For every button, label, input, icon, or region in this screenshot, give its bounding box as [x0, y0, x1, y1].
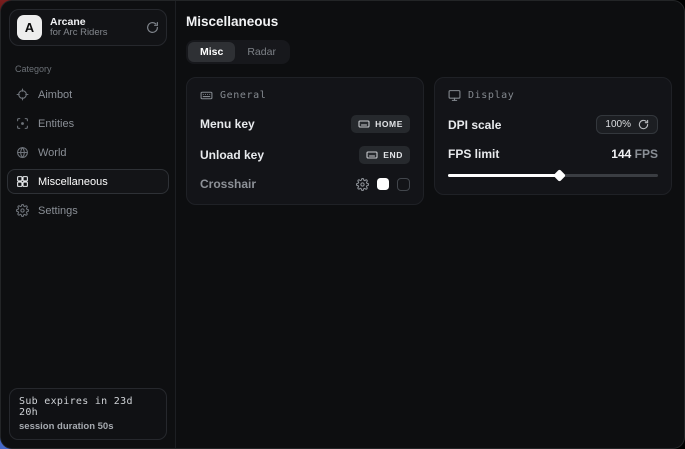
- tab-misc[interactable]: Misc: [188, 42, 235, 62]
- crosshair-settings-gear-icon[interactable]: [356, 178, 369, 191]
- fps-limit-value: 144 FPS: [611, 147, 658, 161]
- sidebar-item-label: Settings: [38, 205, 78, 217]
- keyboard-icon: [358, 118, 370, 130]
- sidebar-item-label: Miscellaneous: [38, 176, 108, 188]
- crosshair-icon: [16, 88, 29, 101]
- app-meta: Arcane for Arc Riders: [50, 16, 138, 39]
- sidebar-item-world[interactable]: World: [7, 140, 169, 165]
- unload-key-label: Unload key: [200, 148, 264, 162]
- sidebar-item-entities[interactable]: Entities: [7, 111, 169, 136]
- slider-fill: [448, 174, 559, 177]
- tab-bar: Misc Radar: [186, 40, 290, 64]
- category-label: Category: [15, 64, 161, 74]
- sidebar-nav: Aimbot Entities Wo: [1, 82, 175, 223]
- general-card: General Menu key HOME: [186, 77, 424, 205]
- monitor-icon: [448, 89, 461, 102]
- unload-key-row: Unload key END: [200, 146, 410, 164]
- display-card-title: Display: [468, 90, 514, 101]
- page-title: Miscellaneous: [186, 14, 672, 29]
- sidebar-item-label: World: [38, 147, 67, 159]
- sync-icon[interactable]: [146, 21, 159, 34]
- menu-key-value: HOME: [375, 119, 403, 129]
- menu-key-row: Menu key HOME: [200, 115, 410, 133]
- scan-icon: [16, 117, 29, 130]
- crosshair-controls: [356, 178, 410, 191]
- dpi-scale-row: DPI scale 100%: [448, 115, 658, 134]
- unload-key-value: END: [383, 150, 403, 160]
- unload-key-bind-button[interactable]: END: [359, 146, 410, 164]
- display-card: Display DPI scale 100%: [434, 77, 672, 195]
- crosshair-row: Crosshair: [200, 177, 410, 191]
- session-duration-text: session duration 50s: [19, 421, 157, 432]
- slider-thumb[interactable]: [553, 169, 566, 182]
- app-subtitle: for Arc Riders: [50, 28, 138, 39]
- menu-key-label: Menu key: [200, 117, 255, 131]
- fps-limit-row: FPS limit 144 FPS: [448, 147, 658, 161]
- fps-number: 144: [611, 147, 631, 161]
- refresh-icon[interactable]: [638, 119, 649, 130]
- general-card-title: General: [220, 90, 266, 101]
- sidebar-item-aimbot[interactable]: Aimbot: [7, 82, 169, 107]
- app-logo: A: [17, 15, 42, 40]
- gear-icon: [16, 204, 29, 217]
- sidebar-item-label: Aimbot: [38, 89, 72, 101]
- main-content: Miscellaneous Misc Radar General: [176, 1, 685, 448]
- keyboard-icon: [200, 89, 213, 102]
- keyboard-icon: [366, 149, 378, 161]
- app-window: A Arcane for Arc Riders Category: [0, 0, 685, 449]
- menu-key-bind-button[interactable]: HOME: [351, 115, 410, 133]
- crosshair-label: Crosshair: [200, 177, 256, 191]
- fps-limit-label: FPS limit: [448, 147, 499, 161]
- sidebar-item-label: Entities: [38, 118, 74, 130]
- subscription-status-box: Sub expires in 23d 20h session duration …: [9, 388, 167, 440]
- display-card-header: Display: [448, 89, 658, 102]
- sidebar-item-miscellaneous[interactable]: Miscellaneous: [7, 169, 169, 194]
- cards-row: General Menu key HOME: [186, 77, 672, 205]
- grid-icon: [16, 175, 29, 188]
- fps-unit: FPS: [635, 147, 658, 161]
- globe-icon: [16, 146, 29, 159]
- screen: A Arcane for Arc Riders Category: [0, 0, 685, 449]
- dpi-scale-value: 100%: [605, 119, 631, 130]
- fps-limit-slider[interactable]: [448, 169, 658, 181]
- sidebar: A Arcane for Arc Riders Category: [1, 1, 176, 448]
- crosshair-enable-checkbox[interactable]: [397, 178, 410, 191]
- sidebar-item-settings[interactable]: Settings: [7, 198, 169, 223]
- dpi-scale-control[interactable]: 100%: [596, 115, 658, 134]
- sub-expiry-text: Sub expires in 23d 20h: [19, 396, 157, 418]
- crosshair-color-swatch[interactable]: [377, 178, 389, 190]
- tab-radar[interactable]: Radar: [235, 42, 288, 62]
- dpi-scale-label: DPI scale: [448, 118, 501, 132]
- general-card-header: General: [200, 89, 410, 102]
- app-header-card: A Arcane for Arc Riders: [9, 9, 167, 46]
